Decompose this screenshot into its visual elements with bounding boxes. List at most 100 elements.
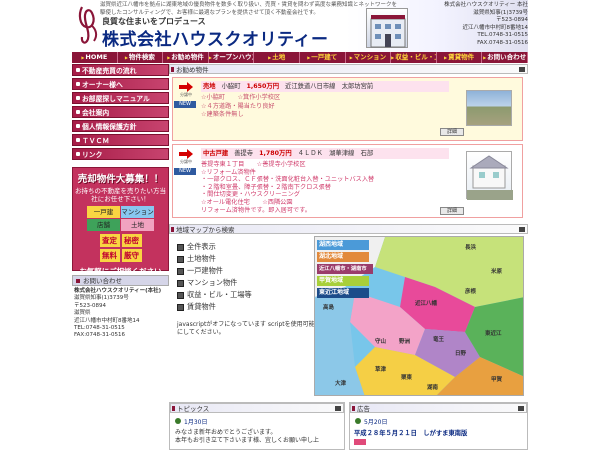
- site-header: 滋賀県近江八幡市を拠点に湖東地域の優良物件を数多く取り扱い、売買・賃貸を問わず高…: [72, 0, 528, 52]
- company-name[interactable]: 株式会社ハウスクオリティー: [102, 25, 328, 50]
- company-logo[interactable]: [76, 3, 102, 48]
- main-content: お勧め物件 分譲中 NEW 売地 小脇町 1,650万円 近江鉄道八日市線 太郎…: [169, 64, 528, 450]
- sidebar-item-room-manual[interactable]: お部屋探しマニュアル: [72, 92, 169, 104]
- sidebar-item-tvcm[interactable]: ＴＶＣＭ: [72, 134, 169, 146]
- feature-secret: 秘密: [121, 234, 142, 247]
- listing-photo[interactable]: [466, 90, 512, 126]
- topics-heading: トピックス: [170, 403, 344, 413]
- ad-thumbnail-icon[interactable]: [354, 439, 366, 445]
- listing-photo[interactable]: [466, 151, 513, 200]
- listing-line: 善提寺東１丁目 ☆善提寺小学校区: [201, 161, 306, 168]
- filter-land[interactable]: 土地物件: [177, 253, 317, 265]
- area-label[interactable]: 栗東: [401, 373, 412, 381]
- listing-line: ☆建築条件無し: [201, 111, 244, 118]
- area-label[interactable]: 高島: [323, 303, 334, 311]
- sidebar-item-sales-flow[interactable]: 不動産売買の流れ: [72, 64, 169, 76]
- feature-grid: 査定 秘密 無料 厳守: [73, 234, 168, 262]
- area-label[interactable]: 近江八幡: [415, 299, 437, 307]
- listing-body: ☆小脇町 ☆箕作小学校区 ☆４方道路・陽当たり良好 ☆建築条件無し: [201, 94, 449, 120]
- ads-panel: 広告 5月20日 平成２８年５月２１日 しがすま東南版: [349, 402, 528, 450]
- listing-marker: 分譲中 NEW: [174, 147, 198, 207]
- arrow-icon: [179, 149, 193, 159]
- area-label[interactable]: 野洲: [399, 337, 410, 345]
- listing-location: 近江鉄道八日市線 太郎坊宮前: [285, 83, 374, 90]
- region-button-kohoku[interactable]: 湖北地域: [317, 252, 369, 262]
- sidebar-item-links[interactable]: リンク: [72, 148, 169, 160]
- area-label[interactable]: 守山: [375, 337, 386, 345]
- topics-date[interactable]: 1月30日: [175, 417, 344, 426]
- area-label[interactable]: 彦根: [465, 287, 476, 295]
- filter-rental[interactable]: 賃貸物件: [177, 301, 317, 313]
- listing-area: 善提寺: [234, 150, 254, 157]
- detail-button[interactable]: 詳細: [440, 128, 464, 136]
- sell-property-banner[interactable]: 売却物件大募集！！ お持ちの不動産を売りたい方当社にお任せ下さい！ 一戸建 マン…: [72, 167, 169, 276]
- region-button-kosei[interactable]: 湖西地域: [317, 240, 369, 250]
- nav-open-house[interactable]: オープンハウス情報: [209, 52, 255, 63]
- nav-detached-house[interactable]: 一戸建て: [300, 52, 346, 63]
- office-building-photo: [366, 8, 408, 48]
- new-badge: NEW: [174, 168, 196, 175]
- ads-date[interactable]: 5月20日: [355, 417, 527, 426]
- nav-property-search[interactable]: 物件検索: [118, 52, 164, 63]
- region-button-omihachiman[interactable]: 近江八幡市・湖南市: [317, 264, 373, 274]
- filter-all[interactable]: 全件表示: [177, 241, 317, 253]
- area-label[interactable]: 大津: [335, 379, 346, 387]
- area-label[interactable]: 長浜: [465, 243, 476, 251]
- contact-line: 滋賀県: [74, 310, 91, 317]
- region-button-koka[interactable]: 甲賀地域: [317, 276, 369, 286]
- map-search-panel: 地域マップから検索 全件表示 土地物件 一戸建物件 マンション物件 収益・ビル・…: [169, 224, 528, 400]
- topics-date-text: 1月30日: [184, 419, 208, 426]
- address-line: 株式会社ハウスクオリティー 本社: [444, 2, 528, 8]
- listing-body: 善提寺東１丁目 ☆善提寺小学校区 ☆リフォーム済物件 ・一部クロス、ＣＦ張替・洗…: [201, 161, 449, 214]
- region-button-higashiomi[interactable]: 東近江地域: [317, 288, 369, 298]
- sidebar-item-company[interactable]: 会社案内: [72, 106, 169, 118]
- area-label[interactable]: 米原: [491, 267, 502, 275]
- area-label[interactable]: 草津: [375, 365, 386, 373]
- left-gutter: [0, 0, 72, 450]
- listing-line: ☆４方道路・陽当たり良好: [201, 102, 275, 110]
- listing-location: ４ＬＤＫ 湖華津線 石部: [297, 150, 374, 157]
- listing-line: リフォーム済物件です。即入居可です。: [201, 206, 311, 214]
- contact-line: 滋賀県知事(1)3739号: [74, 295, 129, 302]
- area-label[interactable]: 竜王: [433, 335, 444, 343]
- listing-line: ☆オール電化住宅 ☆西隣公園: [201, 198, 293, 206]
- topics-line: 本年もお引き立て下さいます様、宜しくお願い申し上: [175, 437, 320, 444]
- sidebar-item-owners[interactable]: オーナー様へ: [72, 78, 169, 90]
- contact-heading[interactable]: お問い合わせ: [72, 275, 169, 286]
- nav-land[interactable]: 土地: [254, 52, 300, 63]
- area-label[interactable]: 甲賀: [491, 375, 502, 383]
- detail-button[interactable]: 詳細: [440, 207, 464, 215]
- sidebar-item-privacy[interactable]: 個人情報保護方針: [72, 120, 169, 132]
- listing-price: 1,780万円: [259, 150, 292, 157]
- filter-detached[interactable]: 一戸建物件: [177, 265, 317, 277]
- topics-text: みなさま新年おめでとうございます。 本年もお引き立て下さいます様、宜しくお願い申…: [170, 426, 344, 445]
- filter-mansion[interactable]: マンション物件: [177, 277, 317, 289]
- listing-card[interactable]: 分譲中 NEW 中古戸建 善提寺 1,780万円 ４ＬＤＫ 湖華津線 石部 善提…: [172, 144, 523, 218]
- nav-rental[interactable]: 賃貸物件: [437, 52, 483, 63]
- topics-panel: トピックス 1月30日 みなさま新年おめでとうございます。 本年もお引き立て下さ…: [169, 402, 345, 450]
- region-map[interactable]: 湖西地域 湖北地域 近江八幡市・湖南市 甲賀地域 東近江地域 高島 長浜 米原 …: [314, 236, 524, 396]
- topics-line: みなさま新年おめでとうございます。: [175, 429, 277, 436]
- listing-line: ☆小脇町 ☆箕作小学校区: [201, 94, 281, 101]
- nav-commercial[interactable]: 収益・ビル・工場等: [391, 52, 437, 63]
- nav-mansion[interactable]: マンション: [346, 52, 392, 63]
- area-label[interactable]: 日野: [455, 349, 466, 357]
- nav-home[interactable]: HOME: [72, 52, 118, 63]
- listing-line: ・間仕切変更・ハウスクリーニング: [201, 191, 300, 199]
- main-nav: HOME 物件検索 お勧め物件 オープンハウス情報 土地 一戸建て マンション …: [72, 52, 528, 63]
- nav-recommended[interactable]: お勧め物件: [163, 52, 209, 63]
- area-label[interactable]: 東近江: [485, 329, 502, 337]
- area-label[interactable]: 湖南: [427, 383, 438, 391]
- listing-line: ・一部クロス、ＣＦ張替・洗面化粧台入替・ユニットバス入替: [201, 176, 375, 184]
- address-line: 近江八幡市中村町8番地14: [462, 24, 529, 31]
- listing-tag: 分譲中: [180, 92, 192, 97]
- nav-contact[interactable]: お問い合わせ: [482, 52, 528, 63]
- page: 滋賀県近江八幡市を拠点に湖東地域の優良物件を数多く取り扱い、売買・賃貸を問わず高…: [0, 0, 600, 450]
- header-intro: 滋賀県近江八幡市を拠点に湖東地域の優良物件を数多く取り扱い、売買・賃貸を問わず高…: [100, 2, 398, 16]
- arrow-icon: [179, 82, 193, 92]
- listing-card[interactable]: 分譲中 NEW 売地 小脇町 1,650万円 近江鉄道八日市線 太郎坊宮前 ☆小…: [172, 77, 523, 141]
- ads-title[interactable]: 平成２８年５月２１日 しがすま東南版: [350, 426, 527, 437]
- sidebar: 不動産売買の流れ オーナー様へ お部屋探しマニュアル 会社案内 個人情報保護方針…: [72, 64, 169, 450]
- filter-commercial[interactable]: 収益・ビル・工場等: [177, 289, 317, 301]
- ads-heading: 広告: [350, 403, 527, 413]
